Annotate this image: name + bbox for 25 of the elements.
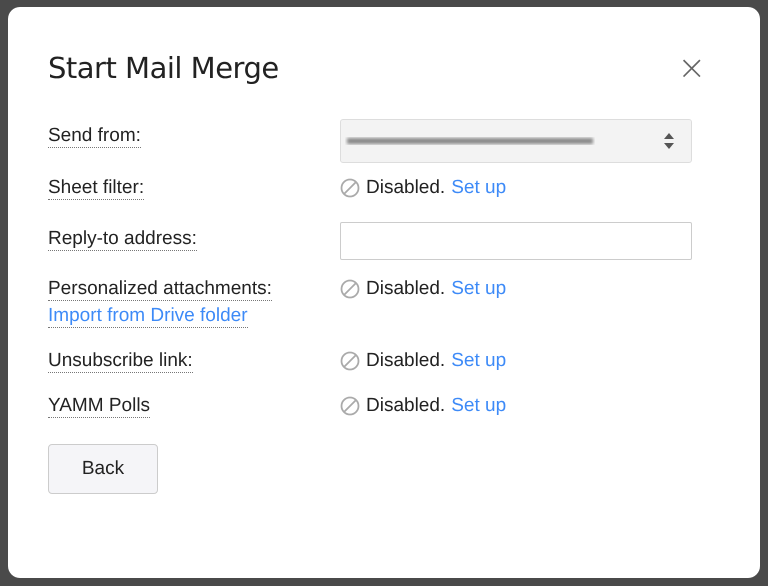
field-label: Reply-to address: bbox=[48, 222, 197, 251]
setup-link[interactable]: Set up bbox=[451, 350, 506, 372]
status-text: Disabled. bbox=[366, 350, 446, 372]
disabled-icon bbox=[340, 396, 360, 416]
disabled-icon bbox=[340, 178, 360, 198]
field-label: Send from: bbox=[48, 119, 141, 148]
setup-link[interactable]: Set up bbox=[451, 177, 506, 199]
field-label: Sheet filter: bbox=[48, 177, 144, 200]
setup-link[interactable]: Set up bbox=[451, 395, 506, 417]
field-label: YAMM Polls bbox=[48, 395, 150, 418]
updown-icon bbox=[663, 132, 675, 150]
disabled-icon bbox=[340, 279, 360, 299]
dialog-title: Start Mail Merge bbox=[48, 51, 279, 85]
field-label: Unsubscribe link: bbox=[48, 350, 193, 373]
status-text: Disabled. bbox=[366, 177, 446, 199]
setup-link[interactable]: Set up bbox=[451, 278, 506, 300]
sender-dropdown[interactable] bbox=[340, 119, 692, 163]
import-link[interactable]: Import from Drive folder bbox=[48, 305, 248, 328]
close-button[interactable]: × bbox=[678, 51, 720, 85]
disabled-icon bbox=[340, 351, 360, 371]
status-text: Disabled. bbox=[366, 395, 446, 417]
status-text: Disabled. bbox=[366, 278, 446, 300]
back-button[interactable]: Back bbox=[48, 444, 158, 494]
field-label: Personalized attachments: bbox=[48, 278, 272, 301]
reply-to-field[interactable] bbox=[340, 222, 692, 260]
